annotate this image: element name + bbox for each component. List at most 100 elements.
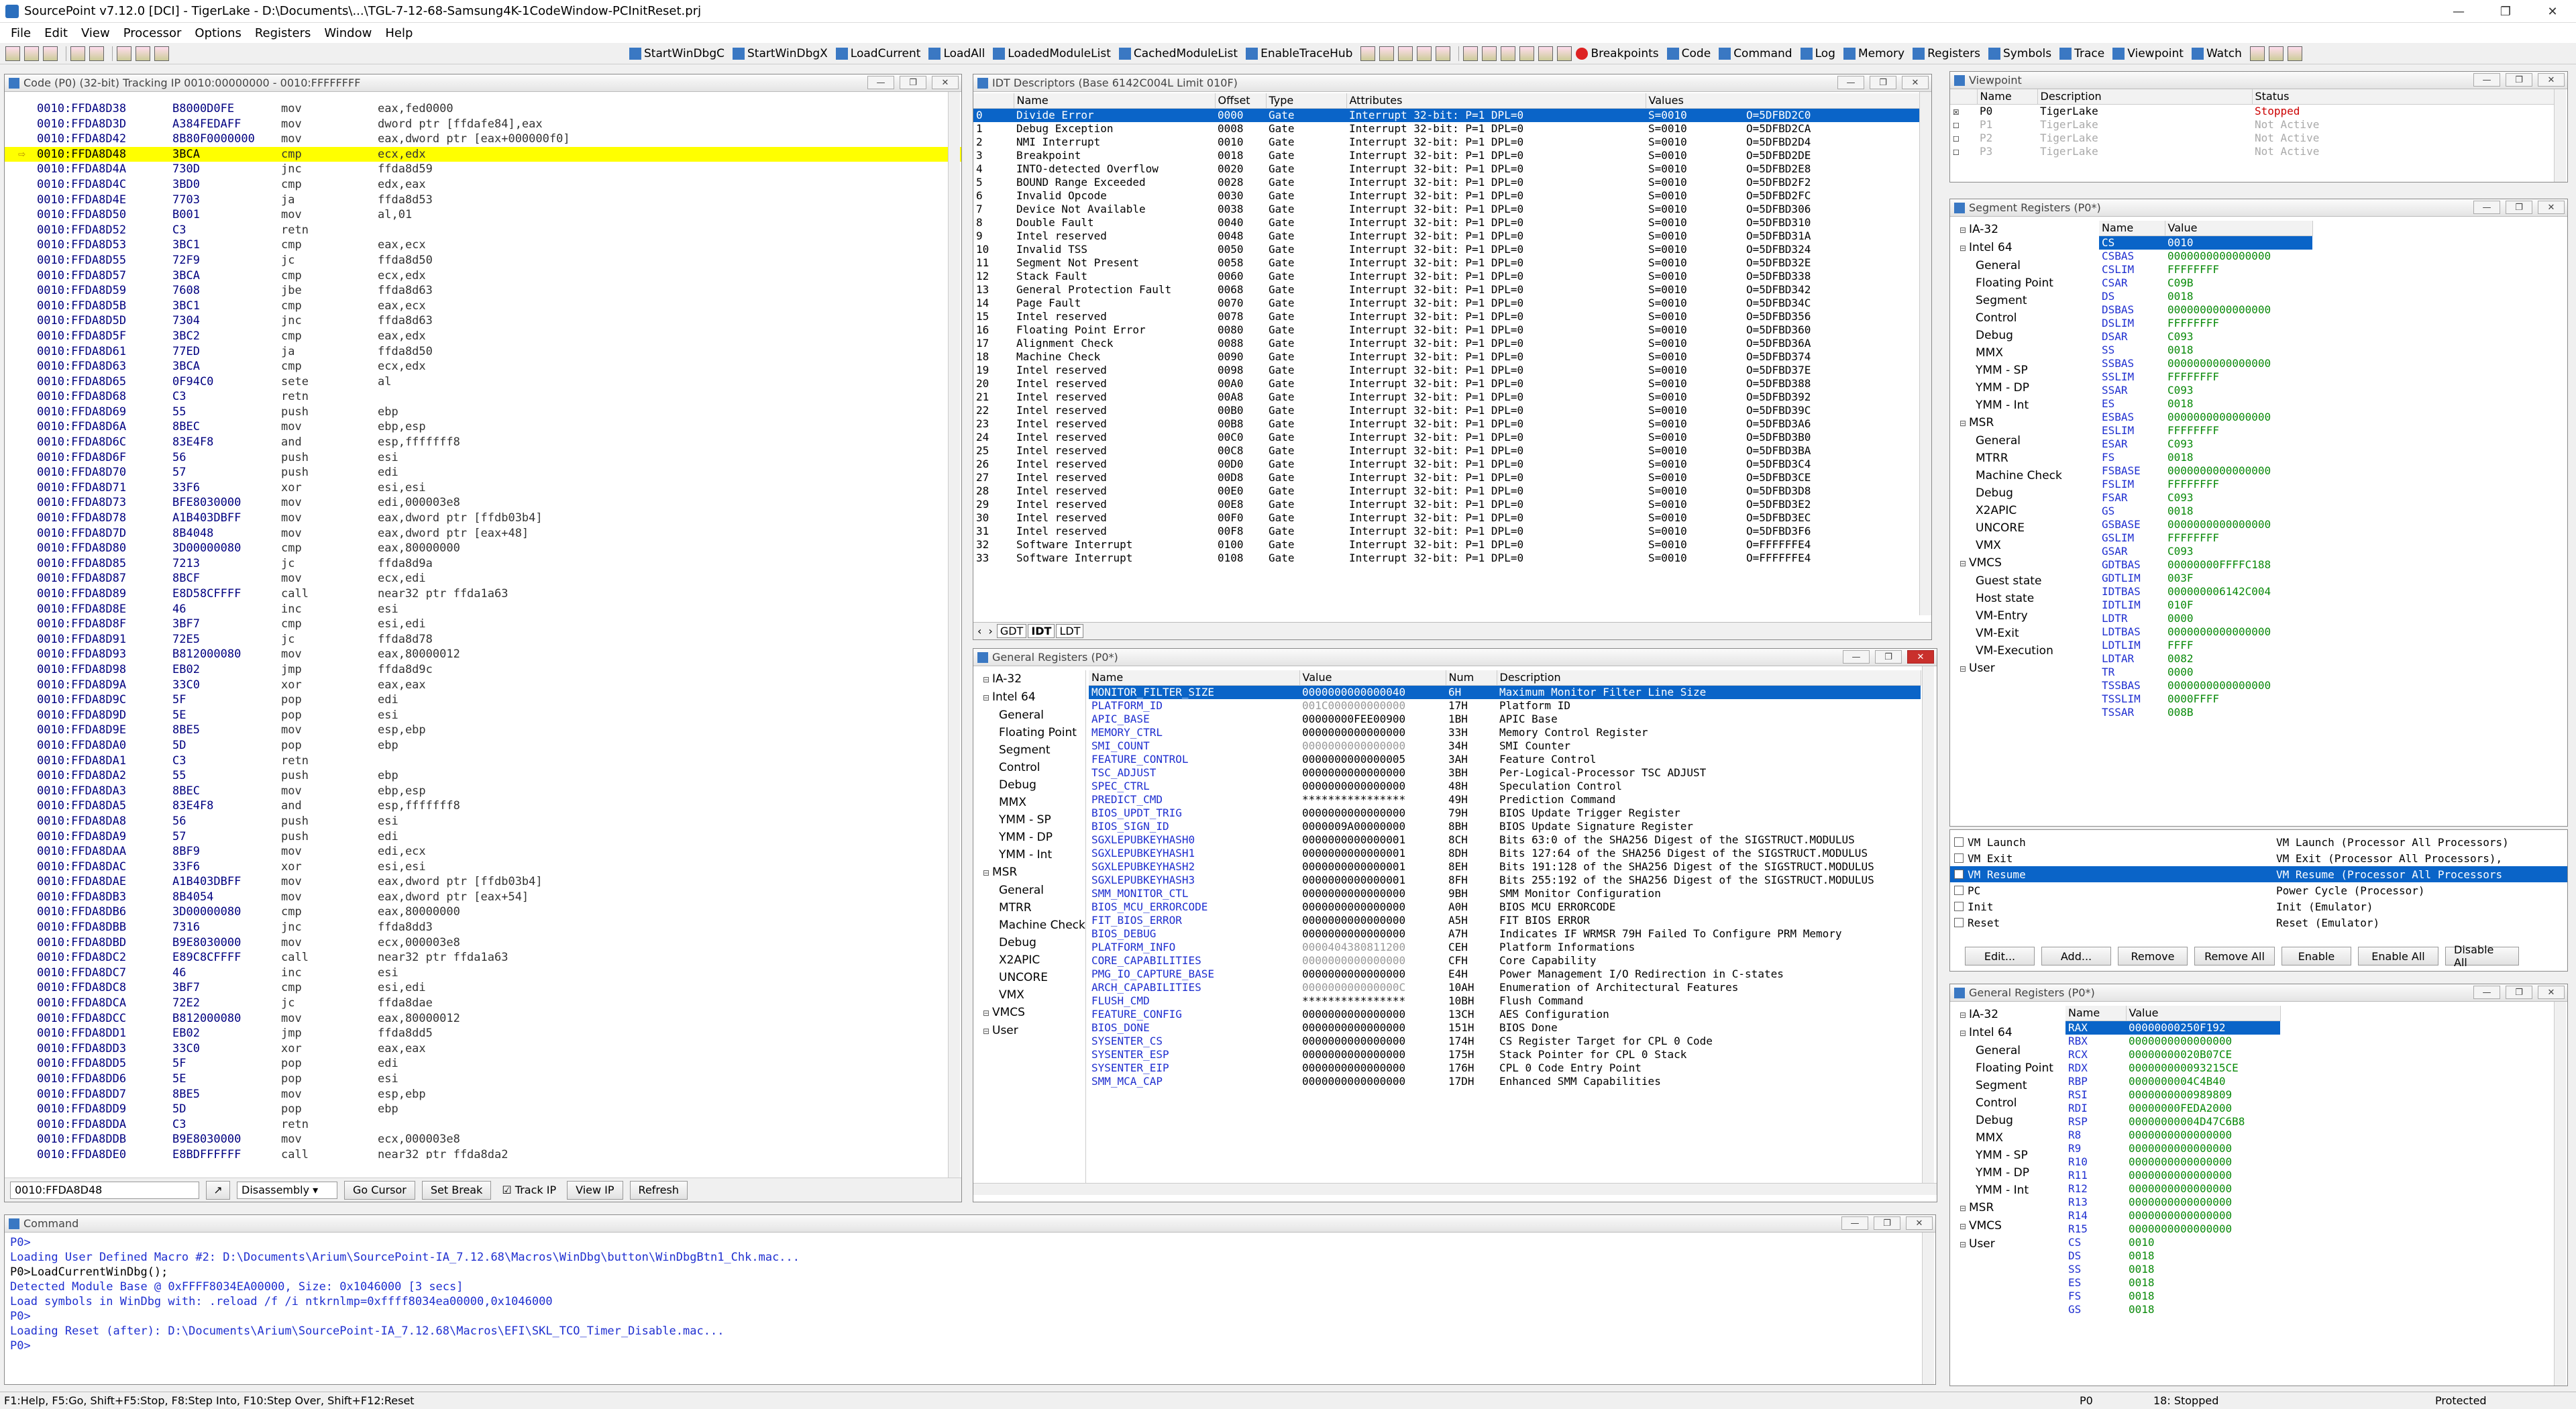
idt-row[interactable]: 28 Intel reserved 00E0 Gate Interrupt 32-bit… — [973, 484, 1919, 498]
expand-icon[interactable]: ⊟ — [983, 671, 989, 688]
code-row[interactable]: 0010:FFDA8D8F 3BF7 cmp esi,edi — [5, 617, 961, 632]
tree-node[interactable]: Machine Check — [973, 917, 1085, 934]
code-row[interactable]: 0010:FFDA8D59 7608 jbe ffda8d63 — [5, 283, 961, 299]
refresh-button[interactable]: Refresh — [629, 1180, 688, 1200]
register-value[interactable]: 0000000004C4B40 — [2126, 1075, 2280, 1088]
idt-row[interactable]: 18 Machine Check 0090 Gate Interrupt 32-bit:… — [973, 350, 1919, 364]
register-value[interactable]: FFFF — [2165, 639, 2312, 652]
genregs-col-name[interactable]: Name — [1089, 670, 1300, 686]
general-register-row[interactable]: R8 0000000000000000 — [2065, 1129, 2280, 1142]
tree-node[interactable]: Debug — [1950, 327, 2096, 344]
tree-node[interactable]: X2APIC — [973, 951, 1085, 969]
command-restore-button[interactable]: ❐ — [1874, 1216, 1900, 1230]
idt-row[interactable]: 24 Intel reserved 00C0 Gate Interrupt 32-bit… — [973, 431, 1919, 444]
idt-row[interactable]: 29 Intel reserved 00E8 Gate Interrupt 32-bit… — [973, 498, 1919, 511]
tree-node[interactable]: Control — [1950, 1094, 2063, 1112]
register-value[interactable]: 0000000000000000 — [2126, 1129, 2280, 1142]
idt-scrollbar[interactable] — [1919, 92, 1931, 615]
genregs-minimize-button[interactable]: — — [1843, 650, 1870, 664]
print-icon[interactable] — [89, 46, 104, 61]
register-value[interactable]: 0000000000989809 — [2126, 1088, 2280, 1102]
breakpoint-row[interactable]: VM Resume VM Resume (Processor All Proces… — [1950, 866, 2567, 882]
segment-register-row[interactable]: GS 0018 — [2099, 505, 2312, 518]
tree-node[interactable]: Segment — [973, 741, 1085, 759]
tree-node[interactable]: Debug — [1950, 484, 2096, 502]
tree-node[interactable]: General — [1950, 257, 2096, 274]
idt-row[interactable]: 7 Device Not Available 0038 Gate Interrupt 3… — [973, 203, 1919, 216]
step-over-icon[interactable] — [1417, 46, 1432, 61]
general-register-row[interactable]: R14 0000000000000000 — [2065, 1209, 2280, 1222]
bp-enable-all-button[interactable]: Enable All — [2358, 947, 2438, 966]
code-row[interactable]: 0010:FFDA8DA3 8BEC mov ebp,esp — [5, 784, 961, 799]
vp-col-description[interactable]: Description — [2037, 89, 2253, 105]
segment-register-row[interactable]: TSSBAS 0000000000000000 — [2099, 679, 2312, 692]
register-row[interactable]: MEMORY_CTRL 0000000000000000 33H Memory Con… — [1089, 726, 1921, 739]
register-value[interactable]: FFFFFFFF — [2165, 478, 2312, 491]
segment-register-row[interactable]: ESLIM FFFFFFFF — [2099, 424, 2312, 437]
register-value[interactable]: FFFFFFFF — [2165, 317, 2312, 330]
tree-node[interactable]: ⊟ VMCS — [1950, 1217, 2063, 1235]
register-value[interactable]: 0000000000000001 — [1299, 874, 1446, 887]
genregs-col-value[interactable]: Value — [1299, 670, 1446, 686]
code-row[interactable]: 0010:FFDA8DB6 3D00000080 cmp eax,80000000 — [5, 904, 961, 920]
segment-register-row[interactable]: GSLIM FFFFFFFF — [2099, 531, 2312, 545]
maximize-button[interactable]: ❐ — [2482, 0, 2529, 23]
register-value[interactable]: 0000000000000000 — [2165, 518, 2312, 531]
register-value[interactable]: 0000000000000000 — [2126, 1209, 2280, 1222]
viewpoint-checkbox[interactable]: ☒ — [1950, 104, 1977, 118]
new-project-icon[interactable] — [5, 46, 20, 61]
tree-node[interactable]: Machine Check — [1950, 467, 2096, 484]
command-output[interactable]: P0> Loading User Defined Macro #2: D:\Doc… — [5, 1233, 1935, 1380]
macro-loadedmodulelist-button[interactable]: LoadedModuleList — [993, 47, 1111, 60]
command-close-button[interactable]: ✕ — [1906, 1216, 1933, 1230]
register-row[interactable]: BIOS_DEBUG 0000000000000000 A7H Indicates I… — [1089, 927, 1921, 941]
tree-node[interactable]: ⊟ IA-32 — [1950, 1006, 2063, 1024]
register-value[interactable]: 0000 — [2165, 666, 2312, 679]
idt-row[interactable]: 2 NMI Interrupt 0010 Gate Interrupt 32-bit: … — [973, 136, 1919, 149]
menu-view[interactable]: View — [74, 26, 117, 40]
tree-node[interactable]: Control — [973, 759, 1085, 776]
general-register-row[interactable]: R10 0000000000000000 — [2065, 1155, 2280, 1169]
code-row[interactable]: 0010:FFDA8DA0 5D pop ebp — [5, 738, 961, 753]
general-register-row[interactable]: RBP 0000000004C4B40 — [2065, 1075, 2280, 1088]
segment-register-row[interactable]: CSLIM FFFFFFFF — [2099, 263, 2312, 276]
code-row[interactable]: 0010:FFDA8DBD B9E8030000 mov ecx,000003e8 — [5, 935, 961, 951]
tree-node[interactable]: ⊟ Intel 64 — [1950, 1024, 2063, 1042]
window-icon[interactable] — [2268, 46, 2284, 61]
code-row[interactable]: 0010:FFDA8DA2 55 push ebp — [5, 768, 961, 784]
tree-node[interactable]: General — [1950, 1042, 2063, 1059]
segment-register-row[interactable]: SSAR C093 — [2099, 384, 2312, 397]
segment-register-row[interactable]: GDTLIM 003F — [2099, 572, 2312, 585]
segment-register-row[interactable]: FSAR C093 — [2099, 491, 2312, 505]
idt-row[interactable]: 31 Intel reserved 00F8 Gate Interrupt 32-bit… — [973, 525, 1919, 538]
idt-row[interactable]: 0 Divide Error 0000 Gate Interrupt 32-bit: P… — [973, 108, 1919, 122]
general-register-row[interactable]: RAX 00000000250F192 — [2065, 1021, 2280, 1035]
tree-node[interactable]: VM-Execution — [1950, 642, 2096, 660]
register-value[interactable]: C093 — [2165, 545, 2312, 558]
segment-register-row[interactable]: FSLIM FFFFFFFF — [2099, 478, 2312, 491]
code-row[interactable]: 0010:FFDA8DA1 C3 retn — [5, 753, 961, 769]
tree-node[interactable]: ⊟ VMCS — [973, 1004, 1085, 1022]
tree-node[interactable]: General — [973, 707, 1085, 724]
segment-register-row[interactable]: ESAR C093 — [2099, 437, 2312, 451]
idt-row[interactable]: 17 Alignment Check 0088 Gate Interrupt 32-bi… — [973, 337, 1919, 350]
register-row[interactable]: SGXLEPUBKEYHASH0 0000000000000001 8CH Bits … — [1089, 833, 1921, 847]
tree-node[interactable]: ⊟ User — [1950, 1235, 2063, 1253]
register-value[interactable]: 00000000FEE00900 — [1299, 713, 1446, 726]
viewpoint-restore-button[interactable]: ❐ — [2506, 73, 2532, 87]
code-row[interactable]: 0010:FFDA8DAE A1B403DBFF mov eax,dword ptr … — [5, 874, 961, 890]
code-view-button[interactable]: Code — [1666, 47, 1711, 60]
tree-node[interactable]: YMM - SP — [1950, 362, 2096, 379]
code-row[interactable]: 0010:FFDA8D7D 8B4048 mov eax,dword ptr [eax… — [5, 526, 961, 541]
segregs-minimize-button[interactable]: — — [2473, 201, 2500, 214]
tree-node[interactable]: ⊟ IA-32 — [1950, 221, 2096, 239]
register-value[interactable]: 0000000000000000 — [1299, 914, 1446, 927]
register-value[interactable]: 0000000000000000 — [1299, 887, 1446, 900]
idt-col-index[interactable] — [973, 93, 1014, 109]
tree-node[interactable]: General — [973, 882, 1085, 899]
idt-row[interactable]: 19 Intel reserved 0098 Gate Interrupt 32-bit… — [973, 364, 1919, 377]
code-row[interactable]: 0010:FFDA8DA8 56 push esi — [5, 814, 961, 829]
viewpoint-table[interactable]: Name Description Status ☒ P0 TigerLake Stop… — [1950, 89, 2555, 158]
register-row[interactable]: SMM_MONITOR_CTL 0000000000000000 9BH SMM Mo… — [1089, 887, 1921, 900]
step-into-icon[interactable] — [1398, 46, 1413, 61]
